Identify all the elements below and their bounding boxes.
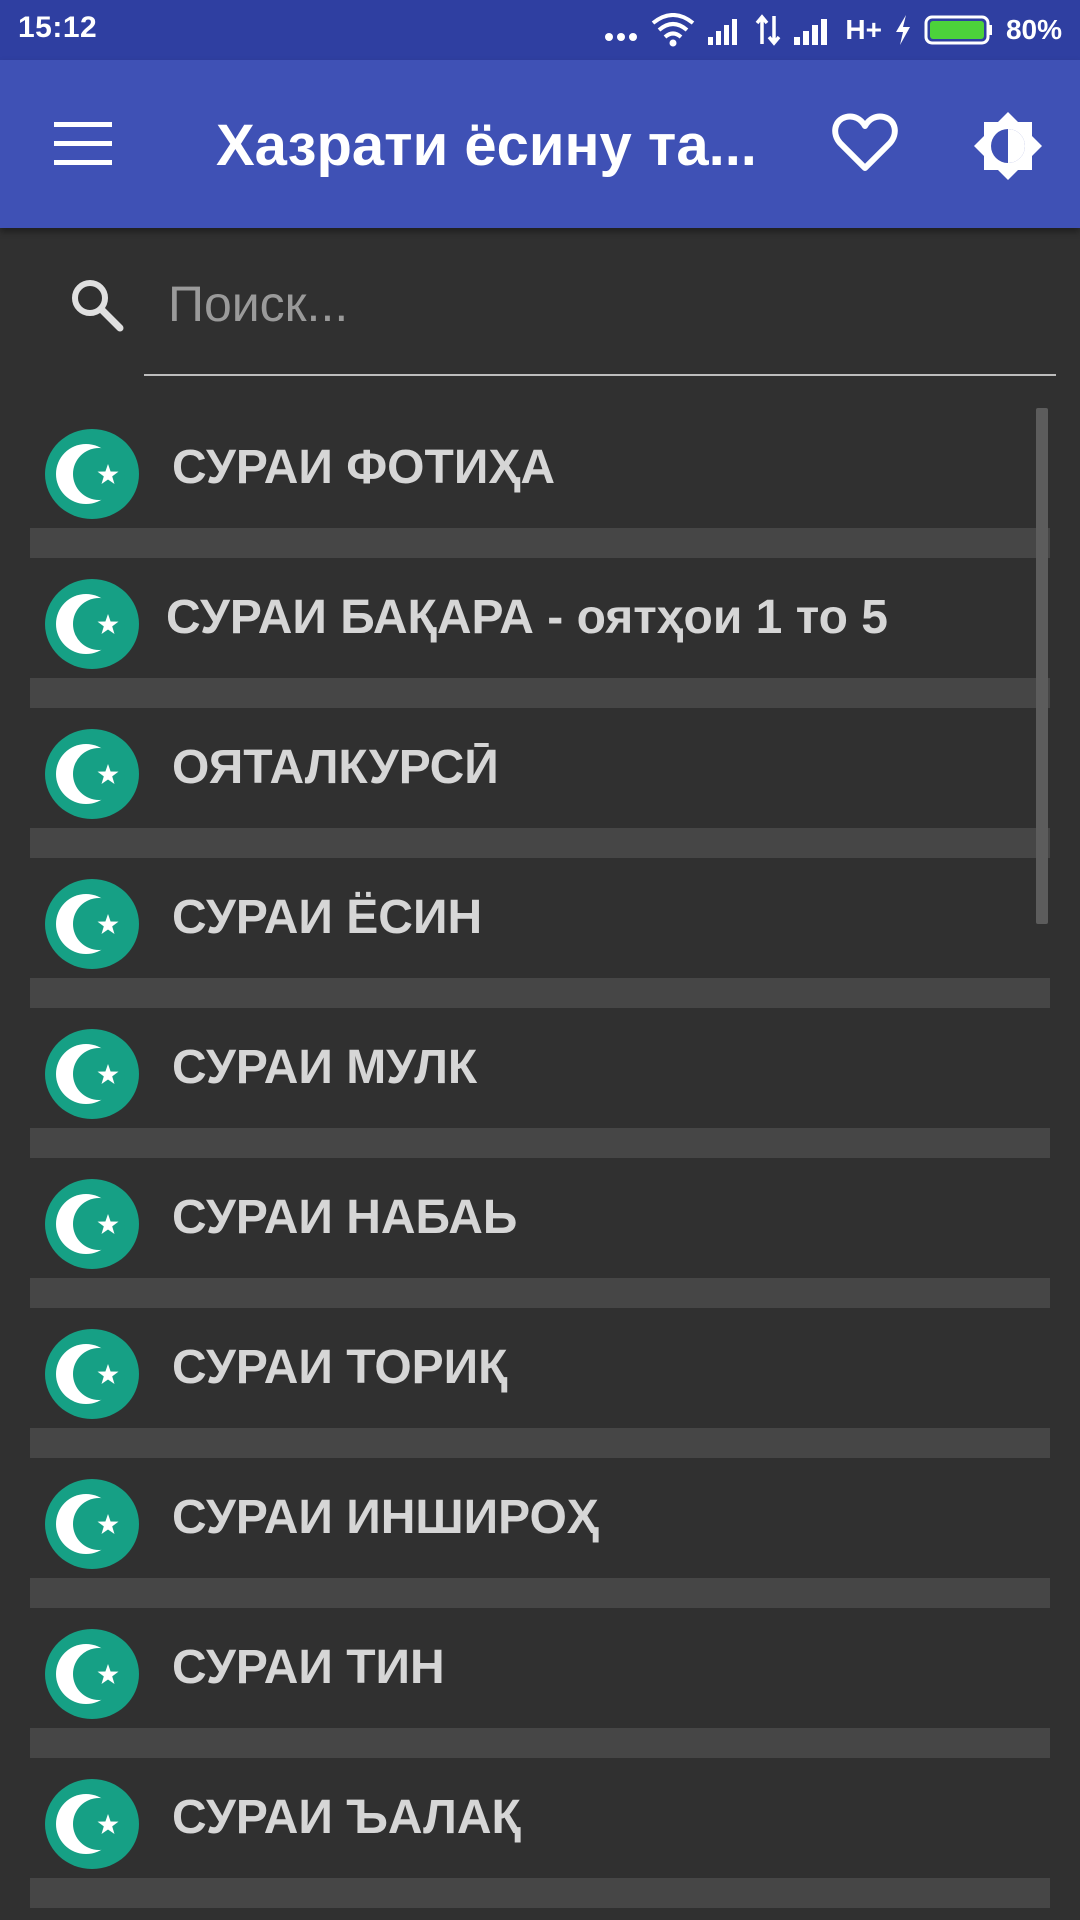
search-underline xyxy=(144,374,1056,376)
battery-percent: 80% xyxy=(1005,14,1062,45)
list-item-label: СУРАИ НАБАЬ xyxy=(172,1191,518,1244)
crescent-star-icon xyxy=(45,429,139,519)
app-bar: Хазрати ёсину та... xyxy=(0,60,1080,228)
list-item-label: СУРАИ БАҚАРА - оятҳои 1 то 5 xyxy=(166,591,888,644)
crescent-star-icon xyxy=(45,1479,139,1569)
signal-icon xyxy=(794,19,828,45)
wifi-icon xyxy=(652,13,695,47)
crescent-star-icon xyxy=(45,879,139,969)
list-item-label: СУРАИ ЪАЛАҚ xyxy=(172,1791,521,1844)
list-item-label: СУРАИ ИНШИРОҲ xyxy=(172,1491,599,1544)
surah-list: СУРАИ ФОТИҲА СУРАИ БАҚАРА - оятҳои 1 то … xyxy=(30,408,1050,1908)
list-item-1[interactable]: СУРАИ ФОТИҲА xyxy=(30,408,1050,558)
more-dots-icon xyxy=(605,33,638,41)
charging-icon xyxy=(895,15,910,45)
list-item-9[interactable]: СУРАИ ТИН xyxy=(30,1608,1050,1758)
list-item-label: СУРАИ МУЛК xyxy=(172,1041,478,1094)
battery-icon xyxy=(924,15,992,45)
status-time: 15:12 xyxy=(18,11,98,44)
list-item-3[interactable]: ОЯТАЛКУРСӢ xyxy=(30,708,1050,858)
search-icon xyxy=(72,280,124,332)
heart-icon xyxy=(832,113,898,171)
crescent-star-icon xyxy=(45,1329,139,1419)
search-bar xyxy=(0,228,1080,378)
crescent-star-icon xyxy=(45,729,139,819)
list-item-10[interactable]: СУРАИ ЪАЛАҚ xyxy=(30,1758,1050,1908)
status-bar: 15:12 H+ 80% xyxy=(0,0,1080,60)
network-type: H+ xyxy=(845,14,882,45)
brightness-icon xyxy=(974,112,1042,180)
status-icons: H+ 80% xyxy=(603,8,1062,52)
app-title: Хазрати ёсину та... xyxy=(216,113,756,178)
list-item-5[interactable]: СУРАИ МУЛК xyxy=(30,1008,1050,1158)
theme-toggle-button[interactable] xyxy=(972,110,1044,182)
signal-icon xyxy=(708,19,738,45)
menu-button[interactable] xyxy=(50,116,116,172)
list-item-4[interactable]: СУРАИ ЁСИН xyxy=(30,858,1050,1008)
list-item-6[interactable]: СУРАИ НАБАЬ xyxy=(30,1158,1050,1308)
list-item-label: СУРАИ ЁСИН xyxy=(172,891,483,944)
crescent-star-icon xyxy=(45,1629,139,1719)
data-arrows-icon xyxy=(756,14,781,46)
list-item-label: СУРАИ ТИН xyxy=(172,1641,445,1694)
crescent-star-icon xyxy=(45,1779,139,1869)
crescent-star-icon xyxy=(45,579,139,669)
search-input[interactable] xyxy=(144,264,1044,344)
crescent-star-icon xyxy=(45,1179,139,1269)
list-item-label: ОЯТАЛКУРСӢ xyxy=(172,741,499,794)
scrollbar[interactable] xyxy=(1036,408,1048,924)
list-item-label: СУРАИ ТОРИҚ xyxy=(172,1341,508,1394)
list-item-2[interactable]: СУРАИ БАҚАРА - оятҳои 1 то 5 xyxy=(30,558,1050,708)
list-item-label: СУРАИ ФОТИҲА xyxy=(172,441,555,494)
favorites-button[interactable] xyxy=(832,112,898,174)
list-item-8[interactable]: СУРАИ ИНШИРОҲ xyxy=(30,1458,1050,1608)
hamburger-menu-icon xyxy=(54,122,112,165)
crescent-star-icon xyxy=(45,1029,139,1119)
list-item-7[interactable]: СУРАИ ТОРИҚ xyxy=(30,1308,1050,1458)
